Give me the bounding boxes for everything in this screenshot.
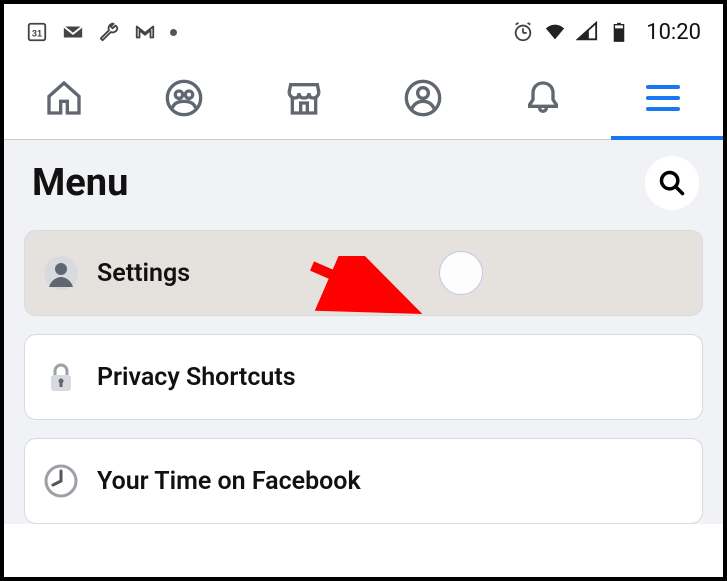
status-right: 10:20 [512, 20, 701, 45]
hamburger-icon [646, 85, 680, 111]
menu-item-label: Settings [97, 259, 190, 288]
android-status-bar: 31 10:20 [4, 4, 723, 56]
tab-profile[interactable] [363, 56, 483, 139]
alarm-icon [512, 21, 534, 43]
signal-icon [576, 21, 598, 43]
more-notifications-dot [170, 29, 177, 36]
menu-item-label: Privacy Shortcuts [97, 363, 296, 392]
tap-ripple [439, 251, 483, 295]
settings-avatar-icon [43, 255, 79, 291]
wrench-icon [98, 21, 120, 43]
lock-icon [43, 359, 79, 395]
search-button[interactable] [645, 156, 699, 210]
gmail-icon [134, 21, 156, 43]
facebook-tab-bar [4, 56, 723, 140]
menu-list: Settings Privacy Shortcuts Your Time on … [4, 230, 723, 524]
page-header: Menu [4, 140, 723, 230]
menu-item-your-time[interactable]: Your Time on Facebook [24, 438, 703, 524]
mail-icon [62, 21, 84, 43]
wifi-icon [544, 21, 566, 43]
tab-notifications[interactable] [483, 56, 603, 139]
tab-groups[interactable] [124, 56, 244, 139]
clock-icon [43, 463, 79, 499]
search-icon [658, 169, 686, 197]
svg-text:31: 31 [32, 29, 42, 39]
status-left: 31 [26, 21, 177, 43]
tab-home[interactable] [4, 56, 124, 139]
clock-time: 10:20 [646, 20, 701, 45]
calendar-icon: 31 [26, 21, 48, 43]
menu-item-settings[interactable]: Settings [24, 230, 703, 316]
tab-menu[interactable] [603, 56, 723, 139]
battery-icon [608, 21, 630, 43]
tab-marketplace[interactable] [244, 56, 364, 139]
menu-item-privacy-shortcuts[interactable]: Privacy Shortcuts [24, 334, 703, 420]
menu-item-label: Your Time on Facebook [97, 467, 361, 496]
page-title: Menu [32, 161, 128, 205]
